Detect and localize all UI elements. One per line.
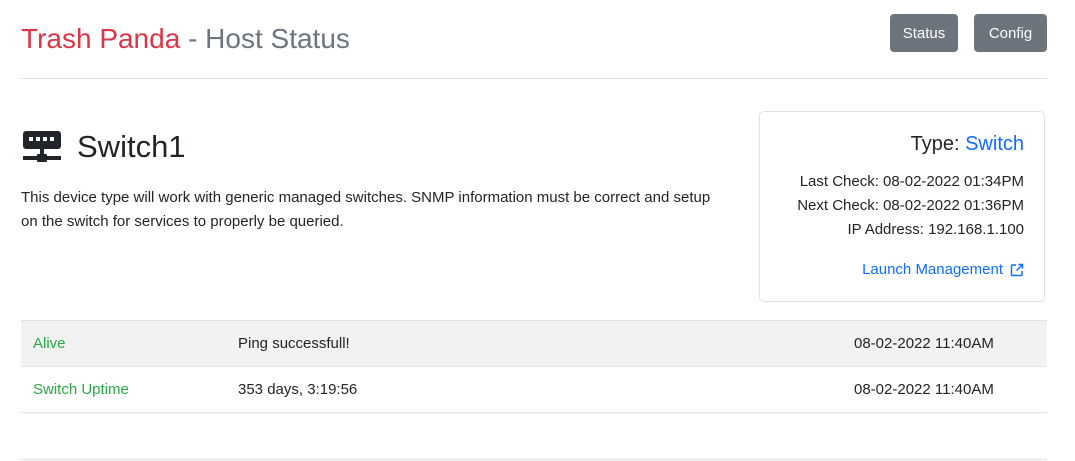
service-message: 353 days, 3:19:56 <box>226 366 842 413</box>
table-row: Alive Ping successfull! 08-02-2022 11:40… <box>21 320 1047 367</box>
page-header: Trash Panda - Host Status Status Config <box>21 14 1047 79</box>
services-table: Alive Ping successfull! 08-02-2022 11:40… <box>21 320 1047 413</box>
device-description: This device type will work with generic … <box>21 189 711 230</box>
service-message: Ping successfull! <box>226 320 842 367</box>
service-name: Alive <box>21 320 226 367</box>
brand-name: Trash Panda <box>21 23 181 54</box>
device-info-card: Type: Switch Last Check: 08-02-2022 01:3… <box>759 111 1045 302</box>
ip-address: IP Address: 192.168.1.100 <box>847 221 1024 238</box>
service-timestamp: 08-02-2022 11:40AM <box>842 320 1047 367</box>
status-button[interactable]: Status <box>890 14 958 52</box>
device-type: Type: Switch <box>911 133 1024 156</box>
device-heading: Switch1 <box>21 125 186 169</box>
footer-divider <box>21 459 1047 460</box>
next-check: Next Check: 08-02-2022 01:36PM <box>797 197 1024 214</box>
external-link-icon <box>1010 263 1024 277</box>
table-row: Switch Uptime 353 days, 3:19:56 08-02-20… <box>21 366 1047 413</box>
last-check: Last Check: 08-02-2022 01:34PM <box>799 173 1024 190</box>
device-name: Switch1 <box>77 129 186 164</box>
device-type-label: Type: <box>910 133 960 155</box>
config-button[interactable]: Config <box>974 14 1047 52</box>
launch-management-link[interactable]: Launch Management <box>862 261 1024 278</box>
page-title: Trash Panda - Host Status <box>21 23 350 55</box>
page-subtitle: Host Status <box>205 23 350 54</box>
launch-management-label: Launch Management <box>862 261 1003 278</box>
network-switch-icon <box>21 129 63 165</box>
service-name: Switch Uptime <box>21 366 226 413</box>
check-details: Last Check: 08-02-2022 01:34PM Next Chec… <box>797 170 1024 242</box>
title-separator: - <box>188 23 198 54</box>
service-timestamp: 08-02-2022 11:40AM <box>842 366 1047 413</box>
device-type-value: Switch <box>965 133 1024 155</box>
